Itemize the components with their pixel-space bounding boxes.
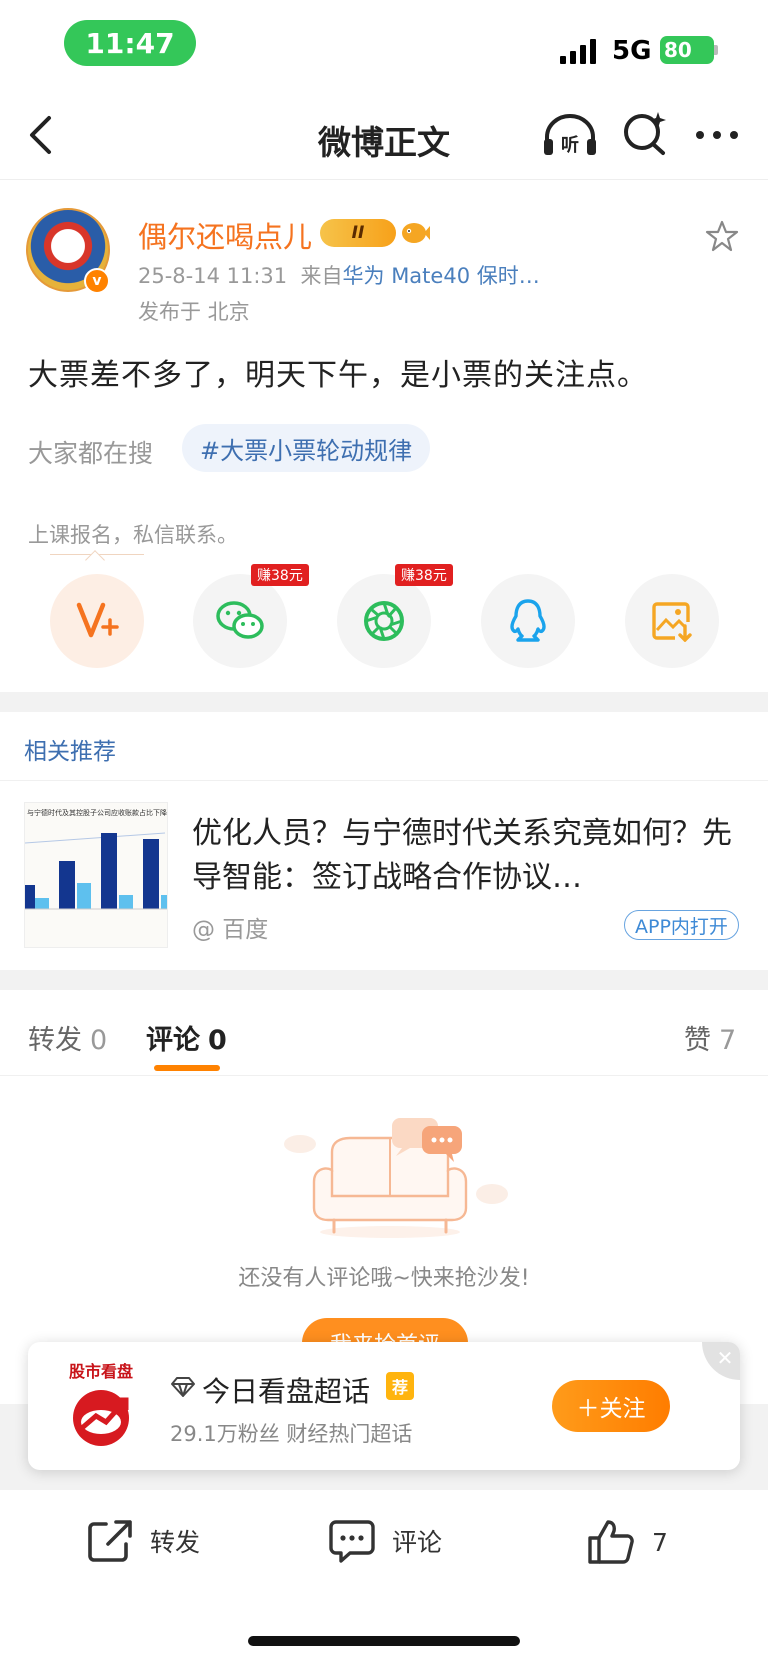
tab-comment-label: 评论 [146, 1025, 200, 1056]
verified-badge-icon: v [84, 268, 110, 294]
nav-bar: 微博正文 听 [0, 90, 768, 180]
related-source: @ 百度 [192, 917, 269, 943]
comment-label: 评论 [392, 1528, 443, 1557]
thumb-caption: 与宁德时代及其控股子公司应收账款占比下降 [27, 808, 167, 817]
save-image-button[interactable] [625, 574, 719, 668]
related-thumbnail[interactable]: 与宁德时代及其控股子公司应收账款占比下降 [24, 802, 168, 948]
diamond-icon [170, 1376, 196, 1402]
post-time: 25-8-14 11:31 [138, 264, 288, 288]
qq-icon [510, 599, 546, 642]
source-device[interactable]: 华为 Mate40 保时… [343, 264, 540, 288]
supertopic-logo-text: 股市看盘 [68, 1362, 133, 1381]
empty-comments-text: 还没有人评论哦~快来抢沙发! [238, 1266, 530, 1291]
username[interactable]: 偶尔还喝点儿 [138, 214, 312, 256]
home-indicator [248, 1636, 520, 1646]
status-time: 11:47 [64, 20, 196, 66]
tab-comment-count: 0 [208, 1025, 227, 1056]
search-icon[interactable] [620, 108, 670, 158]
section-gap [0, 692, 768, 712]
wechat-icon [216, 601, 264, 639]
earn-tag: 赚38元 [395, 564, 453, 586]
repost-label: 转发 [150, 1528, 201, 1557]
wechat-moments-icon [364, 601, 404, 641]
save-image-icon [652, 602, 692, 642]
signal-icon [560, 38, 596, 64]
share-wechat-button[interactable]: 赚38元 [193, 564, 309, 668]
divider [0, 780, 768, 781]
comment-tabs: 转发 0 评论 0 赞7 [0, 1010, 768, 1076]
share-moments-button[interactable]: 赚38元 [337, 564, 453, 668]
like-icon [588, 1520, 634, 1564]
section-gap [0, 970, 768, 990]
share-qq-button[interactable] [481, 574, 575, 668]
tab-like-label: 赞 [684, 1025, 711, 1056]
tab-repost[interactable]: 转发 0 [28, 1018, 107, 1057]
like-button[interactable]: 7 [586, 1518, 668, 1566]
comment-button[interactable]: 评论 [328, 1518, 442, 1564]
open-in-app-button[interactable]: APP内打开 [624, 910, 739, 940]
v-plus-icon [76, 602, 119, 638]
follow-button[interactable]: ＋关注 [552, 1380, 670, 1432]
tab-repost-label: 转发 [28, 1025, 82, 1056]
supertopic-subtitle: 29.1万粉丝 财经热门超话 [170, 1422, 413, 1446]
battery-icon: 80 [660, 36, 714, 64]
battery-cap [714, 45, 718, 55]
bottom-action-bar: 转发 评论 7 [0, 1490, 768, 1600]
supertopic-title[interactable]: 今日看盘超话 [202, 1370, 370, 1410]
like-count: 7 [652, 1527, 668, 1557]
vip-badge: II [320, 219, 396, 247]
listen-label: 听 [561, 134, 579, 156]
listen-icon[interactable]: 听 [540, 110, 600, 160]
related-headline[interactable]: 优化人员？与宁德时代关系究竟如何？先导智能：签订战略合作协议… [192, 812, 732, 900]
tab-repost-count: 0 [90, 1025, 108, 1056]
share-row: 赚38元 赚38元 [0, 564, 768, 670]
fish-icon [400, 218, 430, 246]
repost-button[interactable]: 转发 [86, 1518, 200, 1564]
more-icon[interactable] [692, 112, 742, 158]
post-location: 发布于 北京 [138, 300, 250, 324]
tab-comment[interactable]: 评论 0 [146, 1018, 227, 1057]
favorite-star-icon[interactable] [704, 218, 740, 254]
comment-icon [329, 1520, 375, 1563]
earn-tag: 赚38元 [251, 564, 309, 586]
topic-chip[interactable]: #大票小票轮动规律 [182, 424, 431, 472]
share-vplus-button[interactable] [50, 574, 144, 668]
trending-search-label: 大家都在搜 [28, 439, 154, 468]
post-meta: 25-8-14 11:31 来自华为 Mate40 保时… [138, 260, 540, 290]
promo-text: 上课报名，私信联系。 [28, 523, 238, 547]
repost-icon [88, 1520, 132, 1562]
active-tab-indicator [154, 1065, 220, 1071]
related-title: 相关推荐 [24, 739, 116, 765]
post-text: 大票差不多了，明天下午，是小票的关注点。 [28, 358, 648, 393]
source-prefix: 来自 [300, 264, 343, 288]
tab-like[interactable]: 赞7 [684, 1018, 736, 1057]
recommend-tag: 荐 [386, 1372, 414, 1400]
network-label: 5G [612, 36, 652, 66]
empty-sofa-illustration [270, 1112, 510, 1242]
tab-like-count: 7 [719, 1025, 737, 1056]
